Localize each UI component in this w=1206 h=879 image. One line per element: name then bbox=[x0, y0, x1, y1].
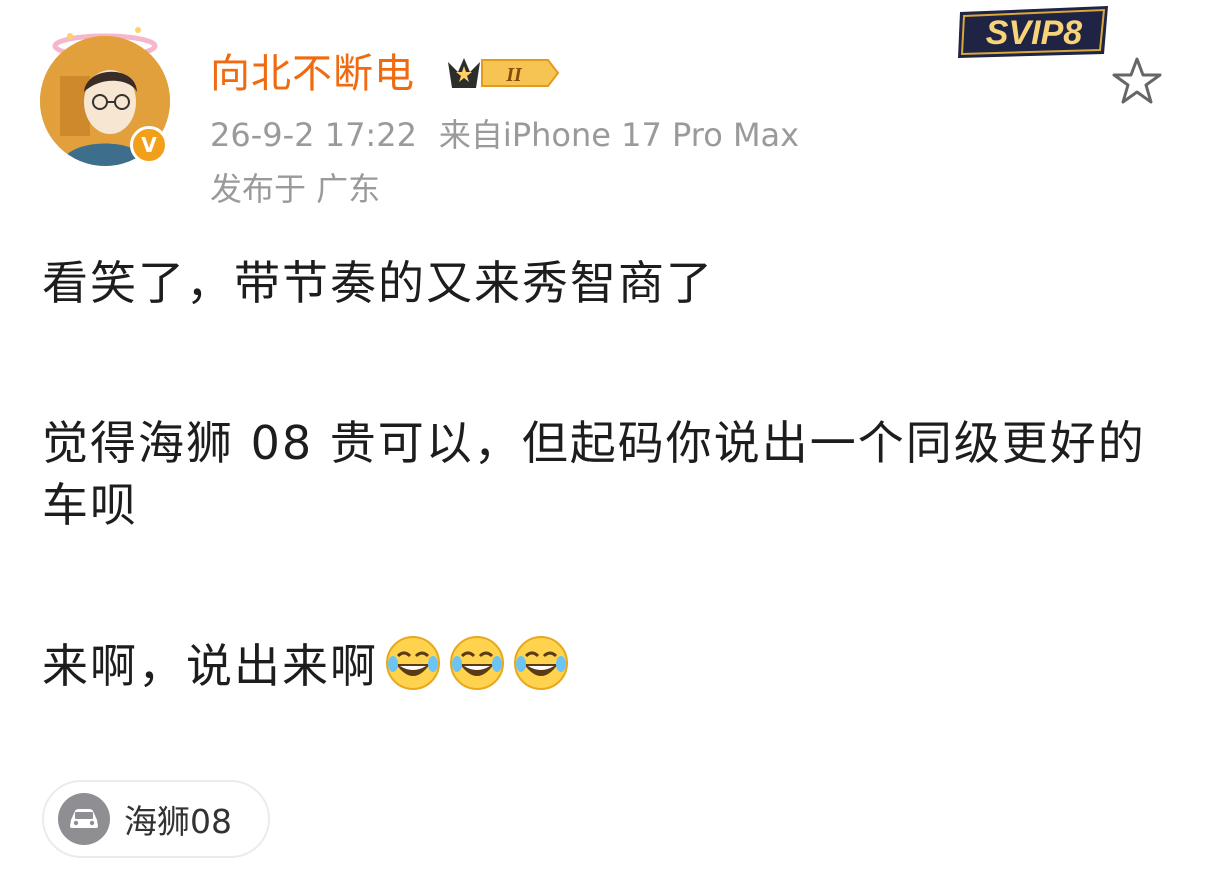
post-location: 发布于 广东 bbox=[210, 170, 381, 208]
topic-label: 海狮08 bbox=[124, 802, 232, 841]
svip-badge-icon[interactable]: SVIP8 bbox=[954, 4, 1114, 62]
topic-chip[interactable]: 海狮08 bbox=[42, 780, 270, 858]
post-paragraph-3-text: 来啊，说出来啊 bbox=[42, 639, 378, 693]
favorite-star-icon[interactable] bbox=[1110, 54, 1164, 108]
post-paragraph-2: 觉得海狮 08 贵可以，但起码你说出一个同级更好的车呗 bbox=[42, 416, 1146, 532]
svip-badge-text: SVIP8 bbox=[986, 14, 1082, 52]
post-meta: 26-9-2 17:22 来自iPhone 17 Pro Max bbox=[210, 112, 799, 158]
post-paragraph-1: 看笑了，带节奏的又来秀智商了 bbox=[42, 256, 714, 310]
crown-level-badge-icon[interactable]: II bbox=[444, 52, 562, 94]
post-source: 来自iPhone 17 Pro Max bbox=[438, 116, 800, 154]
laugh-cry-emoji-icon bbox=[450, 636, 504, 690]
laugh-cry-emoji-icon bbox=[514, 636, 568, 690]
post-content: 看笑了，带节奏的又来秀智商了 觉得海狮 08 贵可以，但起码你说出一个同级更好的… bbox=[42, 252, 1162, 697]
author-name[interactable]: 向北不断电 bbox=[210, 44, 415, 104]
laugh-cry-emoji-icon bbox=[386, 636, 440, 690]
post-paragraph-3: 来啊，说出来啊 bbox=[42, 634, 1162, 697]
avatar-container[interactable]: V bbox=[40, 27, 170, 166]
level-badge-text: II bbox=[505, 64, 523, 86]
car-icon bbox=[58, 793, 110, 845]
verified-badge-icon: V bbox=[130, 126, 168, 164]
post-timestamp: 26-9-2 17:22 bbox=[210, 116, 417, 154]
